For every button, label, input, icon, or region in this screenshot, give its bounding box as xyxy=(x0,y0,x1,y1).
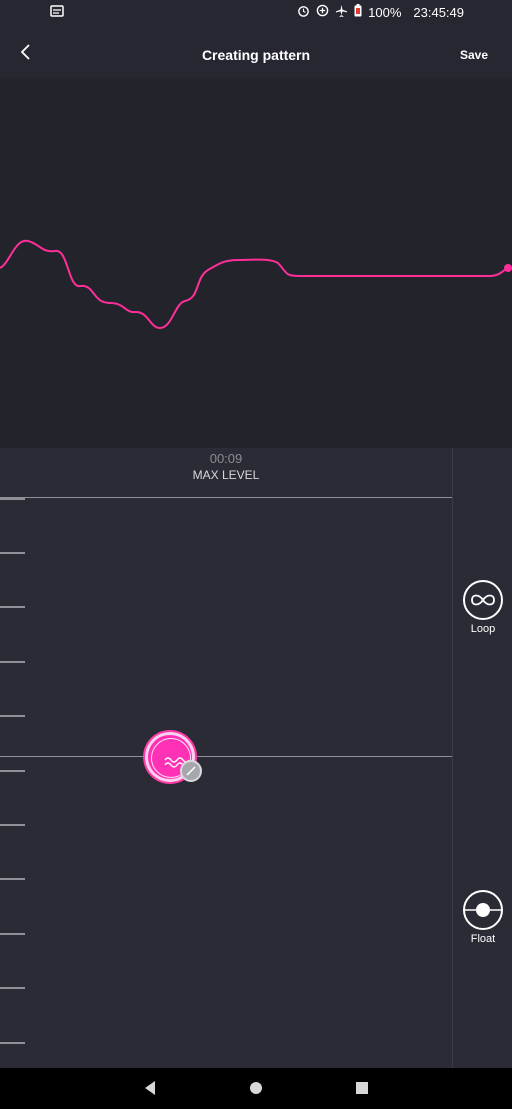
max-level-line xyxy=(0,497,452,498)
notification-icon xyxy=(50,4,64,21)
alarm-icon xyxy=(297,4,310,20)
level-tick xyxy=(0,552,25,554)
data-saver-icon xyxy=(316,4,329,20)
float-button[interactable]: Float xyxy=(461,890,505,945)
battery-percent: 100% xyxy=(368,4,402,20)
mode-panel: Loop Float xyxy=(452,448,512,1068)
loop-label: Loop xyxy=(470,623,496,635)
back-nav-icon[interactable] xyxy=(143,1080,157,1101)
level-tick xyxy=(0,824,25,826)
page-title: Creating pattern xyxy=(201,47,311,63)
pattern-end-point xyxy=(504,264,512,272)
max-level-label: MAX LEVEL xyxy=(192,468,260,482)
level-tick xyxy=(0,661,25,663)
airplane-mode-icon xyxy=(335,4,348,20)
level-tick xyxy=(0,987,25,989)
float-label: Float xyxy=(470,933,496,945)
level-tick xyxy=(0,715,25,717)
battery-icon xyxy=(354,4,362,20)
level-tick xyxy=(0,933,25,935)
recents-nav-icon[interactable] xyxy=(355,1080,369,1101)
loop-button[interactable]: Loop xyxy=(461,580,505,635)
level-tick xyxy=(0,878,25,880)
status-bar: 100% 23:45:49 xyxy=(0,0,512,24)
level-tick xyxy=(0,498,25,500)
level-tick xyxy=(0,606,25,608)
infinity-icon xyxy=(463,580,503,620)
save-button[interactable]: Save xyxy=(460,48,488,62)
status-time: 23:45:49 xyxy=(413,4,464,20)
level-tick xyxy=(0,770,25,772)
level-tick xyxy=(0,1042,25,1044)
level-editor[interactable]: 00:09 MAX LEVEL xyxy=(0,448,452,1068)
system-nav-bar xyxy=(0,1068,512,1109)
current-level-line xyxy=(0,756,452,757)
app-header: Creating pattern Save xyxy=(0,24,512,78)
edit-handle-icon[interactable] xyxy=(180,760,202,782)
home-nav-icon[interactable] xyxy=(249,1080,263,1101)
pattern-time: 00:09 xyxy=(209,451,243,466)
pattern-graph xyxy=(0,78,512,448)
float-icon xyxy=(463,890,503,930)
pattern-curve xyxy=(0,239,509,330)
